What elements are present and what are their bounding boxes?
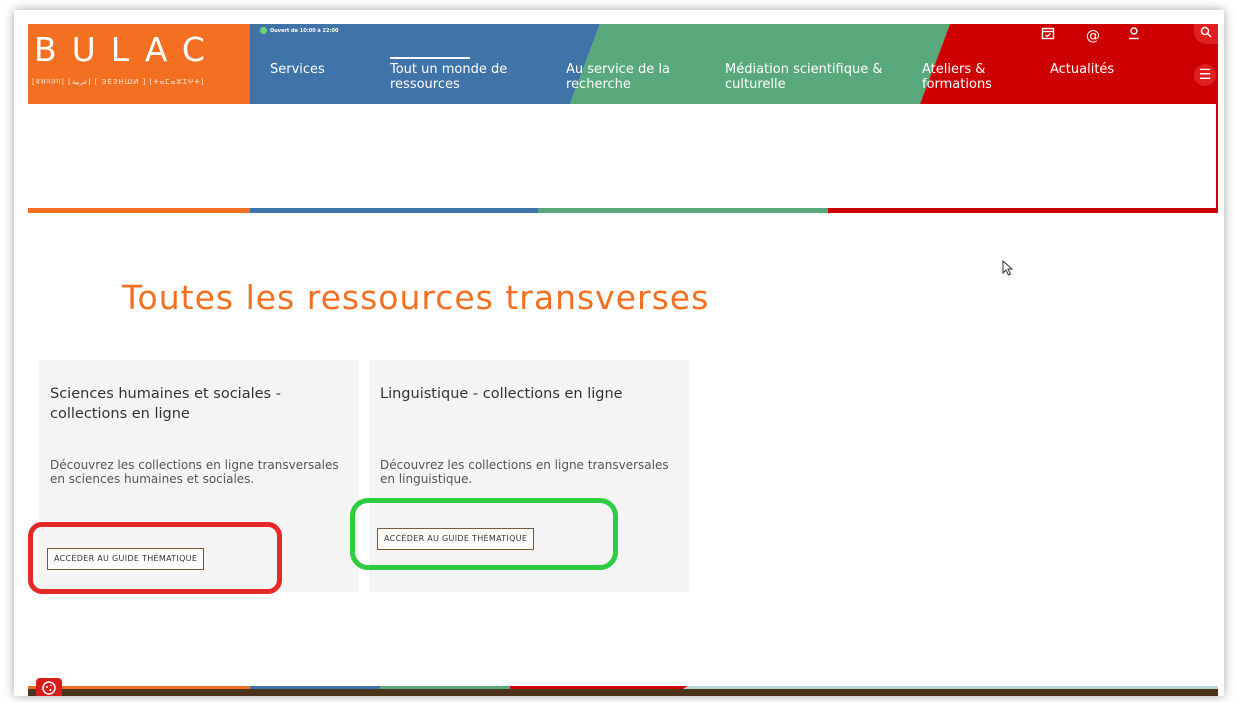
logo-scripts: [वसनतग] [عربية] [ ЭЕЗНШИ ] [ⵜⴰⵎⴰⵣⵉⵖⵜ] bbox=[32, 78, 205, 86]
at-icon[interactable]: @ bbox=[1083, 26, 1103, 46]
card-title[interactable]: Sciences humaines et sociales - collecti… bbox=[50, 384, 340, 424]
browser-page: BULAC [वसनतग] [عربية] [ ЭЕЗНШИ ] [ⵜⴰⵎⴰⵣⵉ… bbox=[28, 24, 1218, 696]
page-title: Toutes les ressources transverses bbox=[122, 278, 710, 317]
logo-text: BULAC bbox=[34, 30, 220, 69]
opening-hours: Ouvert de 10:00 à 22:00 bbox=[260, 27, 338, 34]
search-icon[interactable] bbox=[1194, 24, 1218, 44]
nav-news[interactable]: Actualités bbox=[1050, 62, 1150, 77]
card-description: Découvrez les collections en ligne trans… bbox=[380, 458, 669, 486]
menu-icon[interactable]: ☰ bbox=[1194, 64, 1216, 86]
user-icon[interactable] bbox=[1124, 26, 1144, 46]
nav-workshops[interactable]: Ateliers & formations bbox=[922, 62, 1012, 92]
header-edge bbox=[1216, 104, 1218, 210]
opening-hours-text: Ouvert de 10:00 à 22:00 bbox=[270, 27, 339, 34]
nav-resources[interactable]: Tout un monde de ressources bbox=[390, 62, 540, 92]
green-highlight-annotation bbox=[350, 498, 618, 570]
status-dot bbox=[260, 27, 267, 34]
footer-stripe bbox=[28, 686, 1218, 696]
site-header: BULAC [वसनतग] [عربية] [ ЭЕЗНШИ ] [ⵜⴰⵎⴰⵣⵉ… bbox=[28, 24, 1218, 104]
card-description: Découvrez les collections en ligne trans… bbox=[50, 458, 339, 486]
calendar-icon[interactable] bbox=[1038, 26, 1058, 46]
logo[interactable]: BULAC [वसनतग] [عربية] [ ЭЕЗНШИ ] [ⵜⴰⵎⴰⵣⵉ… bbox=[28, 24, 250, 104]
nav-active-indicator bbox=[390, 57, 470, 59]
screenshot-frame: BULAC [वसनतग] [عربية] [ ЭЕЗНШИ ] [ⵜⴰⵎⴰⵣⵉ… bbox=[14, 10, 1224, 696]
card-title[interactable]: Linguistique - collections en ligne bbox=[380, 384, 670, 404]
cookie-settings-icon[interactable] bbox=[36, 678, 62, 696]
mouse-cursor-icon bbox=[1002, 259, 1014, 280]
nav-services[interactable]: Services bbox=[270, 62, 360, 77]
nav-research[interactable]: Au service de la recherche bbox=[566, 62, 691, 92]
nav-mediation[interactable]: Médiation scientifique & culturelle bbox=[725, 62, 915, 92]
header-divider bbox=[28, 208, 1218, 213]
red-highlight-annotation bbox=[28, 522, 282, 594]
